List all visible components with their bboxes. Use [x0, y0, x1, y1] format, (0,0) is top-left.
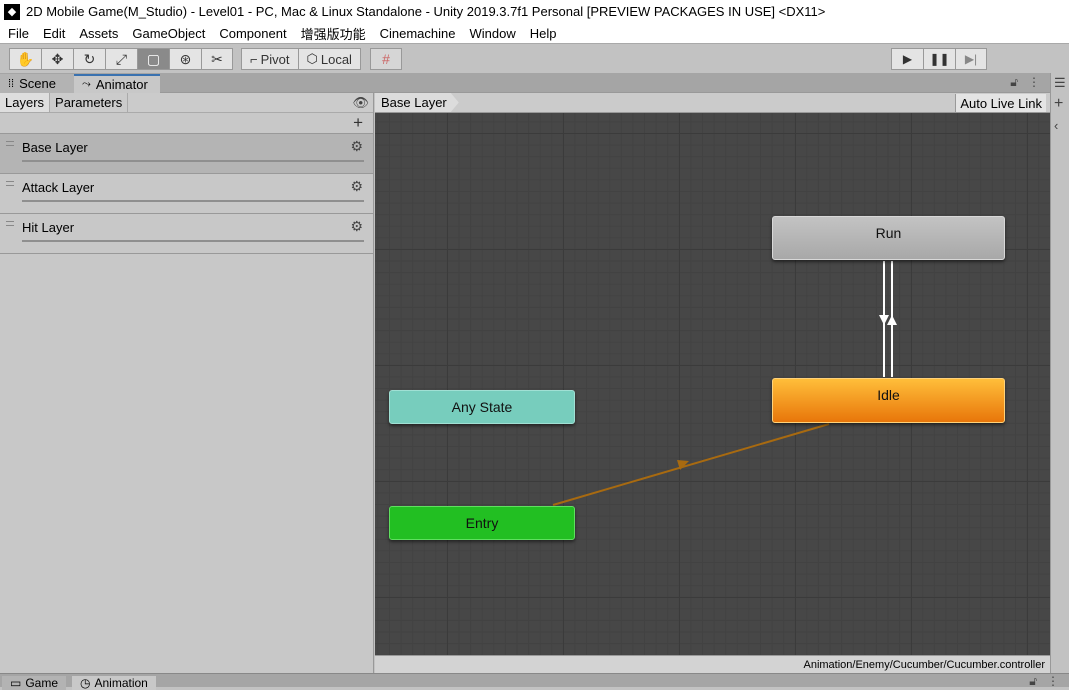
- step-button-icon[interactable]: ▶|: [955, 48, 987, 70]
- layer-name: Attack Layer: [22, 180, 95, 195]
- title-bar: ◆ 2D Mobile Game(M_Studio) - Level01 - P…: [0, 0, 1069, 23]
- tab-parameters[interactable]: Parameters: [50, 93, 129, 112]
- add-layer-plus-icon[interactable]: +: [353, 113, 363, 133]
- controller-path: Animation/Enemy/Cucumber/Cucumber.contro…: [803, 658, 1046, 671]
- menu-file[interactable]: File: [0, 26, 36, 41]
- menu-component[interactable]: Component: [212, 26, 293, 41]
- state-idle[interactable]: Idle: [772, 378, 1005, 423]
- layer-row[interactable]: Hit Layer ⚙: [0, 214, 373, 254]
- bottom-tab-bar: ▭ Game ◷ Animation 🔓︎ ⋮: [0, 673, 1069, 690]
- more-options-icon[interactable]: ⋮: [1028, 75, 1040, 90]
- menu-gameobject[interactable]: GameObject: [125, 26, 212, 41]
- tab-layers[interactable]: Layers: [0, 93, 51, 112]
- layer-weight-slider[interactable]: [22, 200, 364, 202]
- window-title: 2D Mobile Game(M_Studio) - Level01 - PC,…: [26, 4, 826, 19]
- scene-grid-icon: ⁞⁞: [8, 77, 15, 90]
- main-toolbar: ✋ ✥ ↻ ⤢ ▢ ⊛ ✂ ⌐ Pivot ⬡ Local # ▶ ❚❚ ▶|: [0, 43, 1069, 73]
- layers-parameters-tabs: Layers Parameters 👁︎: [0, 93, 373, 113]
- animator-graph-canvas[interactable]: Run Idle Any State Entry: [375, 113, 1050, 655]
- tab-animation-label: Animation: [94, 676, 148, 690]
- pivot-icon: ⌐: [250, 51, 258, 67]
- local-button[interactable]: ⬡ Local: [297, 48, 361, 70]
- tab-tools: 🔓︎ ⋮: [1010, 75, 1040, 90]
- scale-tool-icon[interactable]: ⤢: [105, 48, 137, 70]
- eye-icon[interactable]: 👁︎: [352, 95, 369, 111]
- layer-weight-slider[interactable]: [22, 240, 364, 242]
- tab-animation[interactable]: ◷ Animation: [72, 676, 156, 690]
- menu-bar: File Edit Assets GameObject Component 增强…: [0, 23, 1069, 43]
- right-dock-strip: ☰ + ‹: [1050, 73, 1069, 673]
- collapse-left-icon[interactable]: ‹: [1054, 118, 1058, 133]
- layer-weight-slider[interactable]: [22, 160, 364, 162]
- gear-icon[interactable]: ⚙: [350, 178, 363, 195]
- animator-icon: ⤳: [82, 78, 91, 90]
- add-icon[interactable]: +: [1054, 95, 1063, 113]
- menu-window[interactable]: Window: [462, 26, 522, 41]
- menu-assets[interactable]: Assets: [72, 26, 125, 41]
- grid-snap-icon[interactable]: #: [370, 48, 402, 70]
- local-label: Local: [320, 51, 352, 67]
- snap-group: #: [370, 48, 402, 70]
- layers-panel: Layers Parameters 👁︎ + Base Layer ⚙ Atta…: [0, 93, 374, 673]
- state-entry[interactable]: Entry: [389, 506, 575, 540]
- transform-tools: ✋ ✥ ↻ ⤢ ▢ ⊛ ✂: [9, 48, 233, 70]
- state-run-label: Run: [875, 225, 902, 241]
- tab-scene-label: Scene: [19, 76, 56, 91]
- drag-handle-icon[interactable]: [6, 181, 14, 186]
- pivot-label: Pivot: [260, 51, 290, 67]
- state-idle-label: Idle: [877, 386, 900, 403]
- play-controls: ▶ ❚❚ ▶|: [891, 48, 987, 70]
- gear-icon[interactable]: ⚙: [350, 218, 363, 235]
- tab-game[interactable]: ▭ Game: [2, 676, 67, 690]
- layer-row[interactable]: Base Layer ⚙: [0, 134, 373, 174]
- add-layer-row: +: [0, 113, 373, 134]
- pause-button-icon[interactable]: ❚❚: [923, 48, 955, 70]
- state-run[interactable]: Run: [772, 216, 1005, 260]
- auto-live-link-button[interactable]: Auto Live Link: [955, 94, 1046, 112]
- lock-icon[interactable]: 🔓︎: [1010, 75, 1018, 90]
- tab-animator[interactable]: ⤳ Animator: [74, 74, 160, 93]
- play-button-icon[interactable]: ▶: [891, 48, 923, 70]
- transform-tool-icon[interactable]: ⊛: [169, 48, 201, 70]
- hand-tool-icon[interactable]: ✋: [9, 48, 41, 70]
- pivot-button[interactable]: ⌐ Pivot: [241, 48, 298, 70]
- tab-animator-label: Animator: [95, 77, 148, 92]
- menu-cinemachine[interactable]: Cinemachine: [373, 26, 463, 41]
- editor-tab-bar: ⁞⁞ Scene ⤳ Animator 🔓︎ ⋮: [0, 73, 1050, 93]
- graph-header: Base Layer Auto Live Link: [375, 93, 1050, 113]
- layer-row[interactable]: Attack Layer ⚙: [0, 174, 373, 214]
- drag-handle-icon[interactable]: [6, 141, 14, 146]
- local-icon: ⬡: [306, 51, 318, 66]
- down-arrow-icon: [879, 315, 889, 325]
- menu-edit[interactable]: Edit: [36, 26, 72, 41]
- menu-help[interactable]: Help: [523, 26, 564, 41]
- layer-name: Hit Layer: [22, 220, 75, 235]
- menu-enhanced-features[interactable]: 增强版功能: [294, 24, 373, 43]
- unity-logo-icon: ◆: [4, 3, 20, 20]
- drag-handle-icon[interactable]: [6, 221, 14, 226]
- state-entry-label: Entry: [465, 515, 499, 531]
- state-any-state-label: Any State: [451, 399, 513, 415]
- move-tool-icon[interactable]: ✥: [41, 48, 73, 70]
- pivot-group: ⌐ Pivot ⬡ Local: [241, 48, 361, 70]
- entry-to-idle-transition[interactable]: [552, 423, 830, 506]
- tab-game-label: Game: [25, 676, 59, 690]
- rotate-tool-icon[interactable]: ↻: [73, 48, 105, 70]
- game-icon: ▭: [10, 676, 22, 690]
- custom-tool-icon[interactable]: ✂: [201, 48, 233, 70]
- breadcrumb[interactable]: Base Layer: [375, 93, 459, 112]
- layer-name: Base Layer: [22, 140, 88, 155]
- controller-path-bar: Animation/Enemy/Cucumber/Cucumber.contro…: [375, 655, 1050, 673]
- tab-scene[interactable]: ⁞⁞ Scene: [0, 74, 74, 93]
- up-arrow-icon: [887, 315, 897, 325]
- list-icon[interactable]: ☰: [1054, 75, 1066, 91]
- rect-tool-icon[interactable]: ▢: [137, 48, 169, 70]
- animation-clock-icon: ◷: [80, 676, 91, 690]
- state-any-state[interactable]: Any State: [389, 390, 575, 424]
- gear-icon[interactable]: ⚙: [350, 138, 363, 155]
